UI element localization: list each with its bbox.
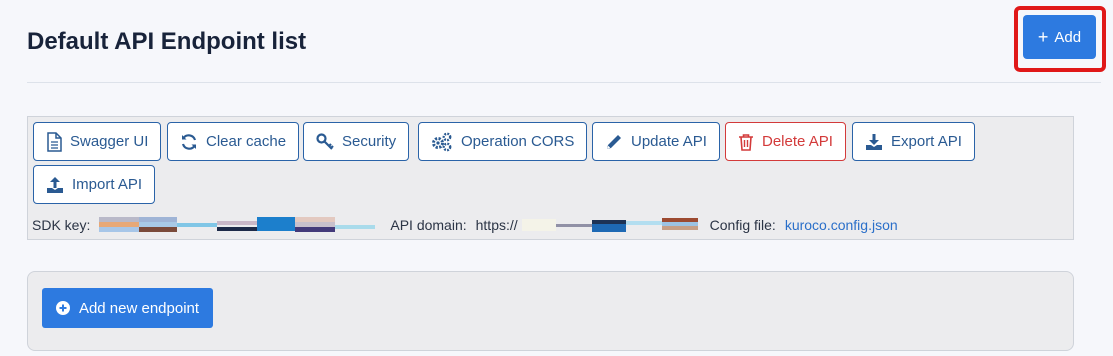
api-domain-label: API domain: <box>390 217 467 233</box>
operation-cors-button[interactable]: Operation CORS <box>418 122 588 161</box>
config-file-label: Config file: <box>709 217 776 233</box>
page-title: Default API Endpoint list <box>27 28 307 55</box>
api-toolbar: Swagger UI Clear cache Security Operatio… <box>27 116 1074 240</box>
sdk-key-redacted <box>99 217 376 232</box>
swagger-ui-button[interactable]: Swagger UI <box>33 122 162 161</box>
trash-icon <box>739 133 753 151</box>
add-new-endpoint-label: Add new endpoint <box>78 299 200 317</box>
import-api-button[interactable]: Import API <box>33 165 156 204</box>
gears-icon <box>432 132 452 151</box>
upload-icon <box>47 176 63 193</box>
api-domain-redacted <box>521 218 698 232</box>
add-new-endpoint-button[interactable]: Add new endpoint <box>42 288 213 328</box>
export-api-button[interactable]: Export API <box>852 122 975 161</box>
pencil-icon <box>607 134 621 149</box>
api-domain-value: https:// <box>475 217 518 233</box>
import-api-label: Import API <box>72 176 143 193</box>
plus-icon: + <box>1037 27 1049 47</box>
key-icon <box>316 132 334 150</box>
add-button[interactable]: + Add <box>1023 15 1096 59</box>
plus-circle-icon <box>55 301 70 315</box>
update-api-label: Update API <box>631 133 707 150</box>
swagger-ui-label: Swagger UI <box>70 133 149 150</box>
add-button-label: Add <box>1054 28 1082 46</box>
operation-cors-label: Operation CORS <box>461 133 575 150</box>
header-divider <box>27 82 1101 83</box>
security-button[interactable]: Security <box>303 122 410 161</box>
refresh-icon <box>181 133 197 150</box>
security-label: Security <box>342 133 397 150</box>
export-api-label: Export API <box>891 133 962 150</box>
api-meta-row: SDK key: API domain: https:// Config fil… <box>32 216 1062 234</box>
download-icon <box>866 133 882 150</box>
document-icon <box>47 131 62 152</box>
clear-cache-button[interactable]: Clear cache <box>167 122 300 161</box>
delete-api-button[interactable]: Delete API <box>725 122 846 161</box>
update-api-button[interactable]: Update API <box>592 122 720 161</box>
clear-cache-label: Clear cache <box>206 133 287 150</box>
sdk-key-label: SDK key: <box>32 217 91 233</box>
config-file-link[interactable]: kuroco.config.json <box>785 217 898 233</box>
delete-api-label: Delete API <box>762 133 833 150</box>
endpoint-panel: Add new endpoint <box>27 271 1074 351</box>
